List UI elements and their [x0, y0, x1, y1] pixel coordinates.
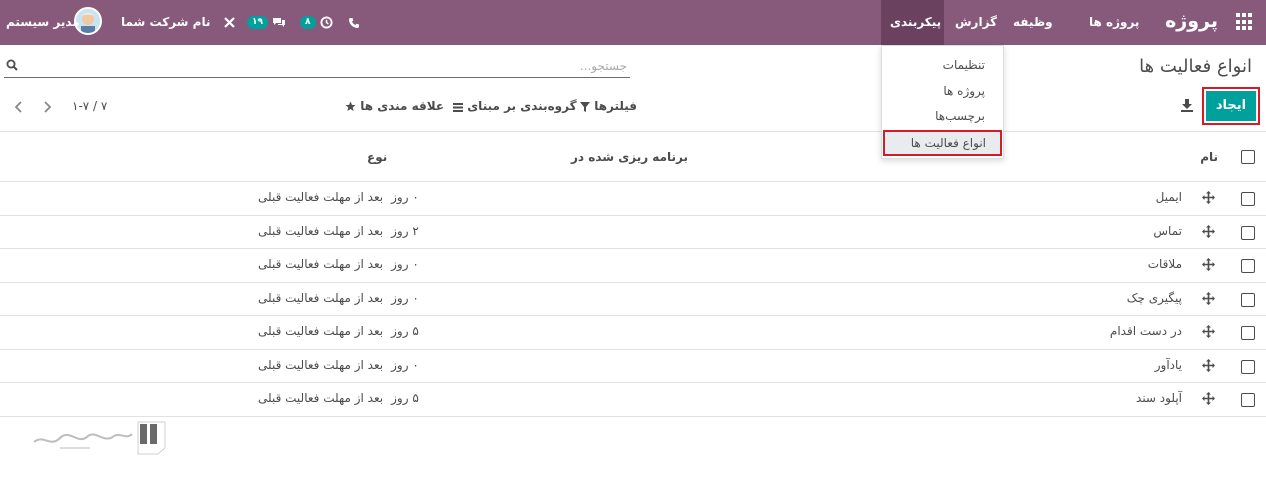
cell-type: بعد از مهلت فعالیت قبلی [258, 324, 384, 338]
cell-name: در دست اقدام [1109, 324, 1182, 338]
groupby-label: گروه‌بندی بر مبنای [467, 99, 577, 113]
cell-days: ۰ روز [391, 290, 419, 305]
table-row[interactable]: ایمیل ۰ روز بعد از مهلت فعالیت قبلی [0, 182, 1266, 216]
menu-configuration[interactable]: پیکربندی [881, 0, 944, 45]
cell-name: یادآور [1154, 357, 1182, 372]
pager-nav [14, 96, 52, 116]
cell-name: آپلود سند [1136, 391, 1182, 405]
favorites-button[interactable]: علاقه مندی ها [345, 96, 444, 116]
cell-delay: ۲ روز بعد از مهلت فعالیت قبلی [258, 224, 419, 238]
activity-indicator[interactable]: ۸ [300, 0, 333, 45]
table-row[interactable]: تماس ۲ روز بعد از مهلت فعالیت قبلی [0, 216, 1266, 249]
cell-type: بعد از مهلت فعالیت قبلی [258, 257, 384, 271]
cell-days: ۰ روز [391, 357, 419, 372]
table-row[interactable]: آپلود سند ۵ روز بعد از مهلت فعالیت قبلی [0, 383, 1266, 417]
search-icon[interactable] [6, 59, 18, 71]
row-checkbox[interactable] [1241, 326, 1255, 340]
create-button[interactable]: ایجاد [1202, 87, 1260, 125]
watermark-logo [33, 421, 166, 455]
cell-type: بعد از مهلت فعالیت قبلی [258, 190, 384, 204]
chevron-left-icon[interactable] [14, 100, 24, 113]
dropdown-item-tags[interactable]: برچسب‌ها [935, 109, 985, 123]
cell-delay: ۰ روز بعد از مهلت فعالیت قبلی [258, 358, 419, 372]
chevron-right-icon[interactable] [42, 100, 52, 113]
row-checkbox[interactable] [1241, 393, 1255, 407]
cell-name: تماس [1153, 223, 1182, 238]
cell-name: ملاقات [1147, 257, 1182, 271]
dropdown-item-activity-types[interactable]: انواع فعالیت ها [883, 130, 1002, 156]
apps-menu-icon[interactable] [1236, 13, 1254, 31]
cell-days: ۰ روز [391, 190, 419, 204]
drag-handle-icon[interactable] [1202, 392, 1215, 405]
column-header-name[interactable]: نام [1200, 150, 1218, 164]
cell-delay: ۵ روز بعد از مهلت فعالیت قبلی [258, 324, 419, 338]
cell-type: بعد از مهلت فعالیت قبلی [258, 290, 384, 305]
cell-name: ایمیل [1155, 190, 1182, 204]
cell-days: ۵ روز [391, 391, 419, 405]
dropdown-item-settings[interactable]: تنظیمات [943, 58, 985, 72]
drag-handle-icon[interactable] [1202, 358, 1215, 372]
app-brand[interactable]: پروژه [1165, 10, 1218, 32]
table-row[interactable]: یادآور ۰ روز بعد از مهلت فعالیت قبلی [0, 350, 1266, 383]
cell-type: بعد از مهلت فعالیت قبلی [258, 223, 384, 238]
cell-type: بعد از مهلت فعالیت قبلی [258, 357, 384, 372]
menu-projects[interactable]: پروژه ها [1080, 0, 1148, 45]
cell-name: پیگیری چک [1126, 290, 1182, 305]
messages-count-badge: ۱۹ [247, 16, 268, 29]
cell-delay: ۰ روز بعد از مهلت فعالیت قبلی [258, 291, 419, 305]
drag-handle-icon[interactable] [1202, 224, 1215, 238]
drag-handle-icon[interactable] [1202, 191, 1215, 204]
table-row[interactable]: پیگیری چک ۰ روز بعد از مهلت فعالیت قبلی [0, 283, 1266, 316]
cell-delay: ۰ روز بعد از مهلت فعالیت قبلی [258, 190, 419, 204]
filters-button[interactable]: فیلترها [580, 96, 637, 116]
user-menu[interactable]: مدیر سیستم [6, 0, 80, 45]
pager-value[interactable]: ۱-۷ / ۷ [72, 96, 107, 116]
filter-icon [580, 101, 590, 112]
select-all-checkbox[interactable] [1241, 150, 1255, 164]
column-header-planned[interactable]: برنامه ریزی شده در [571, 150, 688, 164]
row-checkbox[interactable] [1241, 192, 1255, 206]
tools-icon [223, 17, 235, 28]
drag-handle-icon[interactable] [1202, 325, 1215, 338]
filters-label: فیلترها [594, 99, 638, 113]
chat-icon [273, 18, 286, 27]
menu-reporting[interactable]: گزارش [946, 0, 1006, 45]
messaging-indicator[interactable]: ۱۹ [247, 0, 286, 45]
cell-delay: ۰ روز بعد از مهلت فعالیت قبلی [258, 257, 419, 271]
cell-days: ۵ روز [391, 324, 419, 338]
page-title: انواع فعالیت ها [1139, 56, 1252, 77]
table-row[interactable]: در دست اقدام ۵ روز بعد از مهلت فعالیت قبل… [0, 316, 1266, 350]
list-header: نام برنامه ریزی شده در نوع [0, 138, 1266, 182]
row-checkbox[interactable] [1241, 259, 1255, 273]
row-checkbox[interactable] [1241, 292, 1255, 307]
phone-icon[interactable] [348, 0, 360, 45]
company-switcher[interactable]: نام شرکت شما [121, 0, 236, 45]
dropdown-item-projects[interactable]: پروژه ها [943, 84, 985, 98]
menu-tasks[interactable]: وظیفه [1004, 0, 1062, 45]
star-icon [345, 101, 356, 111]
search-bar [4, 56, 630, 78]
company-name: نام شرکت شما [121, 15, 211, 29]
cell-days: ۰ روز [391, 257, 419, 271]
clock-icon [320, 16, 333, 29]
groupby-button[interactable]: گروه‌بندی بر مبنای [453, 96, 577, 116]
activity-count-badge: ۸ [300, 16, 316, 29]
cell-days: ۲ روز [391, 223, 419, 238]
top-navbar: پروژه پروژه ها وظیفه گزارش پیکربندی ۸ ۱۹… [0, 0, 1266, 45]
cell-type: بعد از مهلت فعالیت قبلی [258, 391, 384, 405]
column-header-type[interactable]: نوع [367, 150, 387, 164]
row-checkbox[interactable] [1241, 225, 1255, 240]
control-panel-divider [0, 131, 1266, 132]
cell-delay: ۵ روز بعد از مهلت فعالیت قبلی [258, 391, 419, 405]
table-row[interactable]: ملاقات ۰ روز بعد از مهلت فعالیت قبلی [0, 249, 1266, 283]
row-checkbox[interactable] [1241, 359, 1255, 374]
drag-handle-icon[interactable] [1202, 258, 1215, 271]
configuration-dropdown: تنظیمات پروژه ها برچسب‌ها انواع فعالیت ه… [881, 45, 1004, 159]
download-icon[interactable] [1180, 98, 1194, 112]
bars-icon [453, 102, 463, 112]
search-input[interactable] [22, 56, 627, 76]
drag-handle-icon[interactable] [1202, 291, 1215, 305]
favorites-label: علاقه مندی ها [360, 99, 445, 113]
